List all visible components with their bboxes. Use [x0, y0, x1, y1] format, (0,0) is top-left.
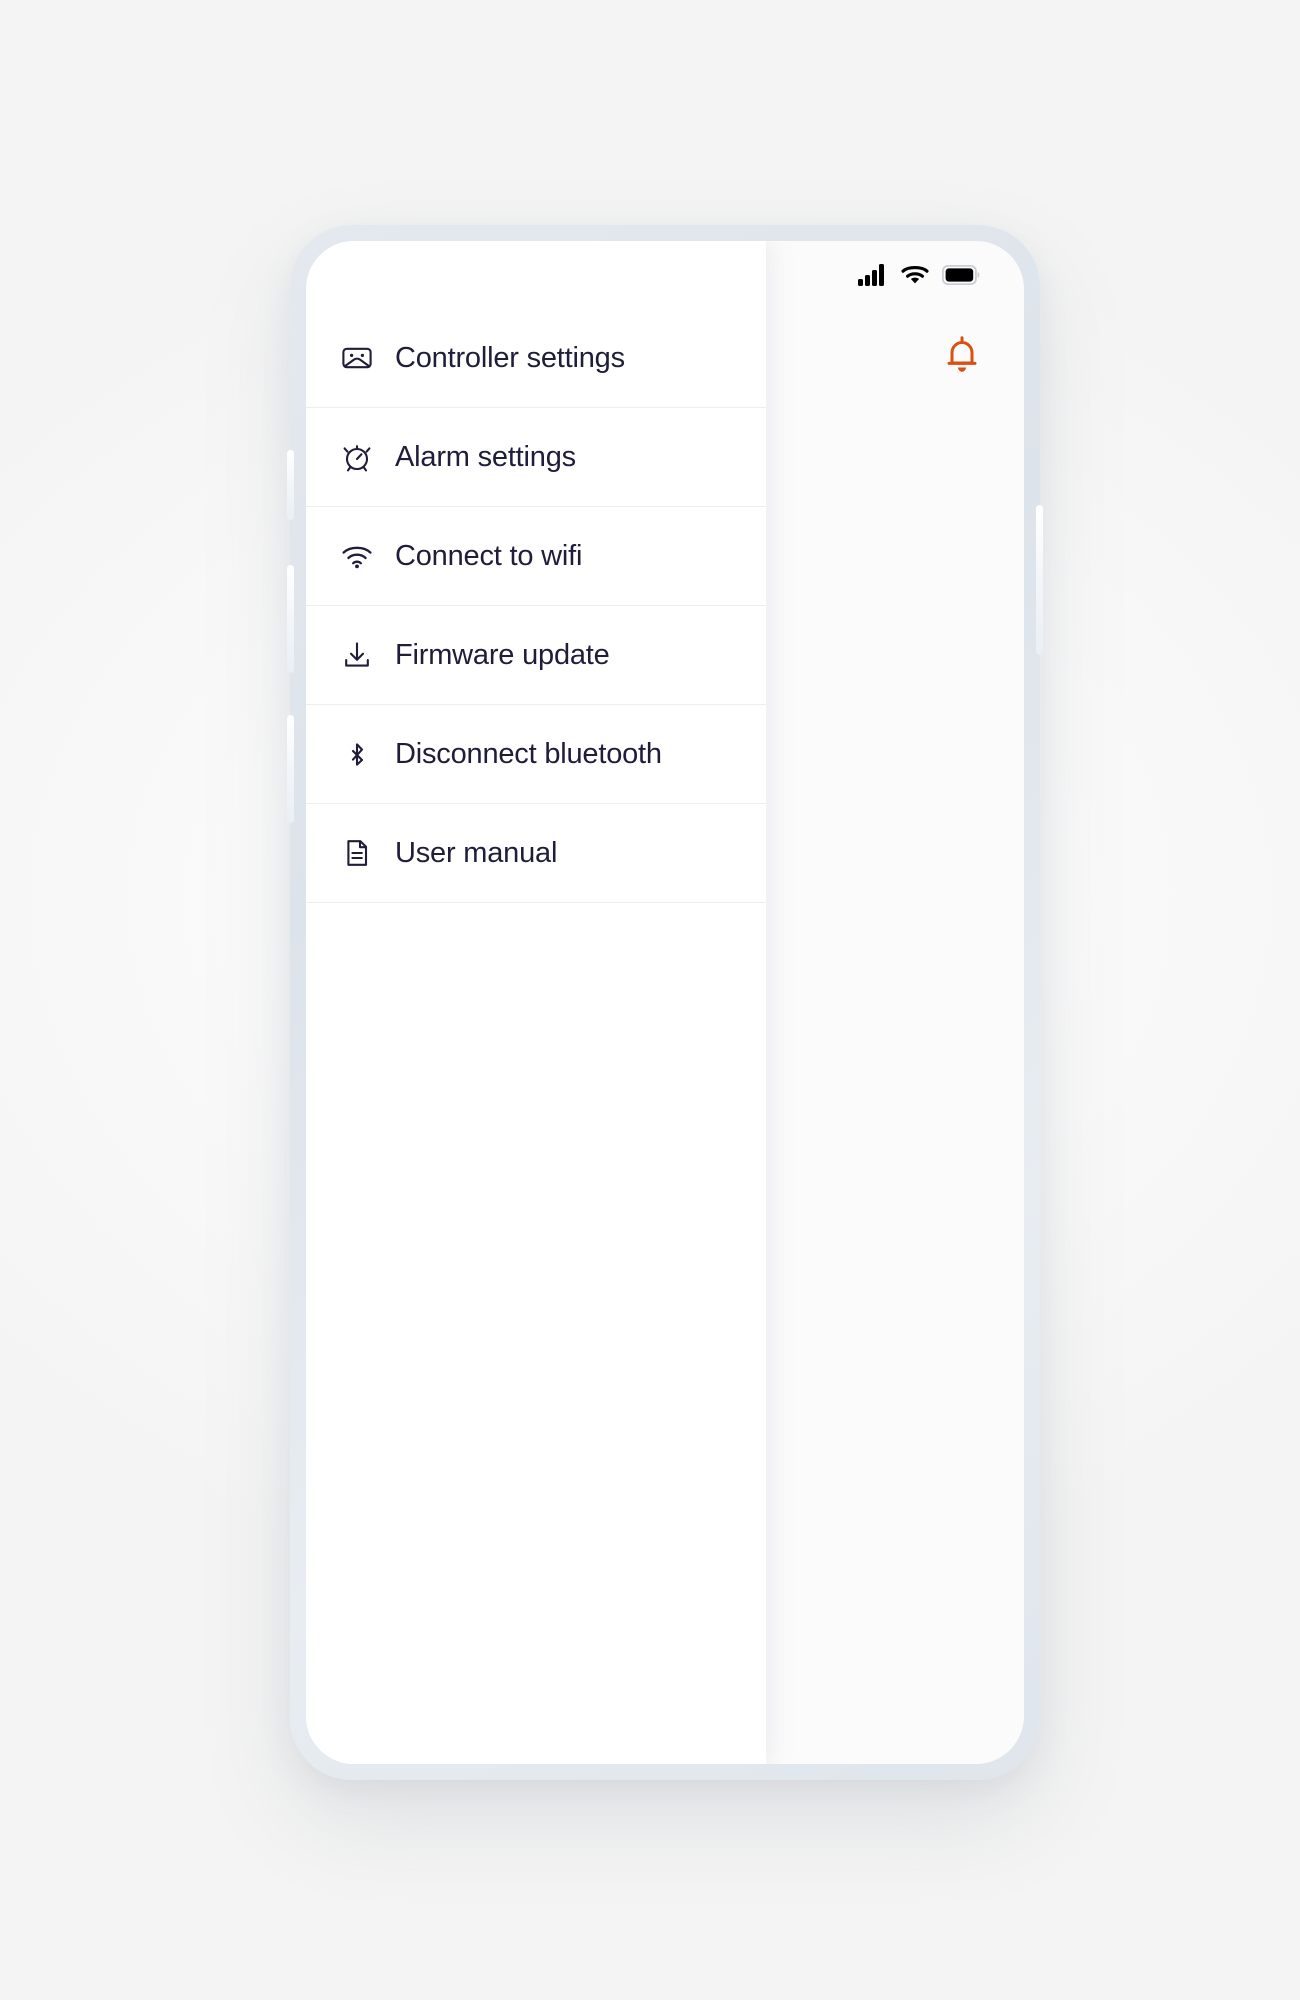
phone-screen: Controller settings Alarm settings Conne…	[306, 241, 1024, 1764]
side-menu-panel: Controller settings Alarm settings Conne…	[306, 241, 766, 1764]
wifi-icon	[340, 539, 374, 573]
document-icon	[340, 836, 374, 870]
battery-full-icon	[941, 264, 980, 290]
menu-item-label: Controller settings	[395, 341, 625, 374]
menu-item-label: User manual	[395, 836, 558, 869]
bluetooth-icon	[340, 737, 374, 771]
mute-switch-button[interactable]	[287, 715, 294, 823]
cellular-signal-icon	[858, 263, 888, 291]
menu-item-alarm-settings[interactable]: Alarm settings	[306, 408, 766, 507]
notification-bell-button[interactable]	[938, 333, 986, 381]
volume-down-button[interactable]	[287, 565, 294, 673]
menu-item-label: Disconnect bluetooth	[395, 737, 662, 770]
phone-device: Controller settings Alarm settings Conne…	[287, 225, 1043, 1780]
volume-up-button[interactable]	[287, 450, 294, 520]
menu-item-controller-settings[interactable]: Controller settings	[306, 309, 766, 408]
download-icon	[340, 638, 374, 672]
menu-item-label: Firmware update	[395, 638, 610, 671]
menu-list: Controller settings Alarm settings Conne…	[306, 241, 766, 903]
power-button[interactable]	[1036, 505, 1043, 655]
menu-item-firmware-update[interactable]: Firmware update	[306, 606, 766, 705]
menu-item-label: Connect to wifi	[395, 539, 583, 572]
alarm-clock-icon	[340, 440, 374, 474]
menu-item-disconnect-bluetooth[interactable]: Disconnect bluetooth	[306, 705, 766, 804]
menu-empty-area	[306, 903, 766, 1764]
menu-item-connect-to-wifi[interactable]: Connect to wifi	[306, 507, 766, 606]
controller-icon	[340, 341, 374, 375]
status-bar	[306, 241, 1024, 313]
bell-icon	[945, 335, 979, 379]
menu-item-label: Alarm settings	[395, 440, 576, 473]
menu-item-user-manual[interactable]: User manual	[306, 804, 766, 903]
wifi-icon	[901, 264, 929, 291]
